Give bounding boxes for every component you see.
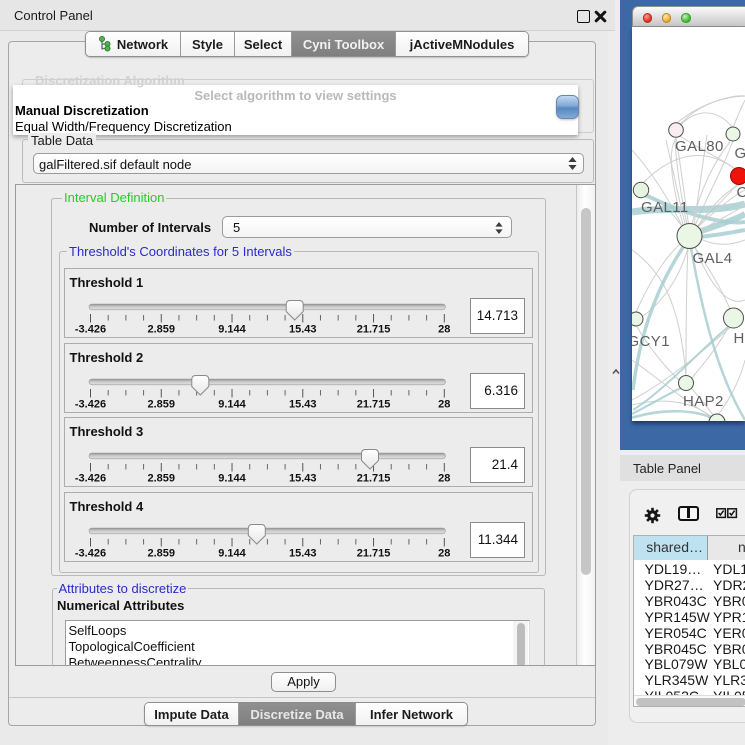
svg-text:2.859: 2.859 bbox=[147, 398, 175, 410]
svg-text:GAL4: GAL4 bbox=[693, 250, 733, 267]
svg-text:28: 28 bbox=[438, 324, 450, 336]
svg-text:21.715: 21.715 bbox=[356, 398, 390, 410]
svg-text:GCY1: GCY1 bbox=[632, 333, 670, 350]
svg-text:9.144: 9.144 bbox=[218, 324, 246, 336]
svg-text:15.43: 15.43 bbox=[289, 398, 317, 410]
svg-text:21.715: 21.715 bbox=[356, 473, 390, 485]
svg-text:28: 28 bbox=[438, 547, 450, 559]
svg-text:2.859: 2.859 bbox=[147, 324, 175, 336]
svg-text:-3.426: -3.426 bbox=[74, 473, 105, 485]
svg-text:H: H bbox=[734, 330, 745, 347]
svg-text:GAL80: GAL80 bbox=[675, 138, 724, 155]
svg-text:9.144: 9.144 bbox=[218, 473, 246, 485]
svg-text:C: C bbox=[737, 184, 745, 201]
svg-text:15.43: 15.43 bbox=[289, 473, 317, 485]
svg-text:GA: GA bbox=[735, 145, 745, 162]
svg-text:21.715: 21.715 bbox=[356, 324, 390, 336]
svg-text:9.144: 9.144 bbox=[218, 547, 246, 559]
svg-text:15.43: 15.43 bbox=[289, 547, 317, 559]
svg-text:28: 28 bbox=[438, 398, 450, 410]
svg-text:-3.426: -3.426 bbox=[74, 324, 105, 336]
svg-text:9.144: 9.144 bbox=[218, 398, 246, 410]
svg-text:-3.426: -3.426 bbox=[74, 547, 105, 559]
svg-text:-3.426: -3.426 bbox=[74, 398, 105, 410]
svg-text:2.859: 2.859 bbox=[147, 473, 175, 485]
svg-text:GAL11: GAL11 bbox=[641, 199, 689, 216]
svg-text:15.43: 15.43 bbox=[289, 324, 317, 336]
svg-text:HAP2: HAP2 bbox=[683, 393, 724, 410]
svg-text:2.859: 2.859 bbox=[147, 547, 175, 559]
svg-text:21.715: 21.715 bbox=[356, 547, 390, 559]
svg-text:28: 28 bbox=[438, 473, 450, 485]
